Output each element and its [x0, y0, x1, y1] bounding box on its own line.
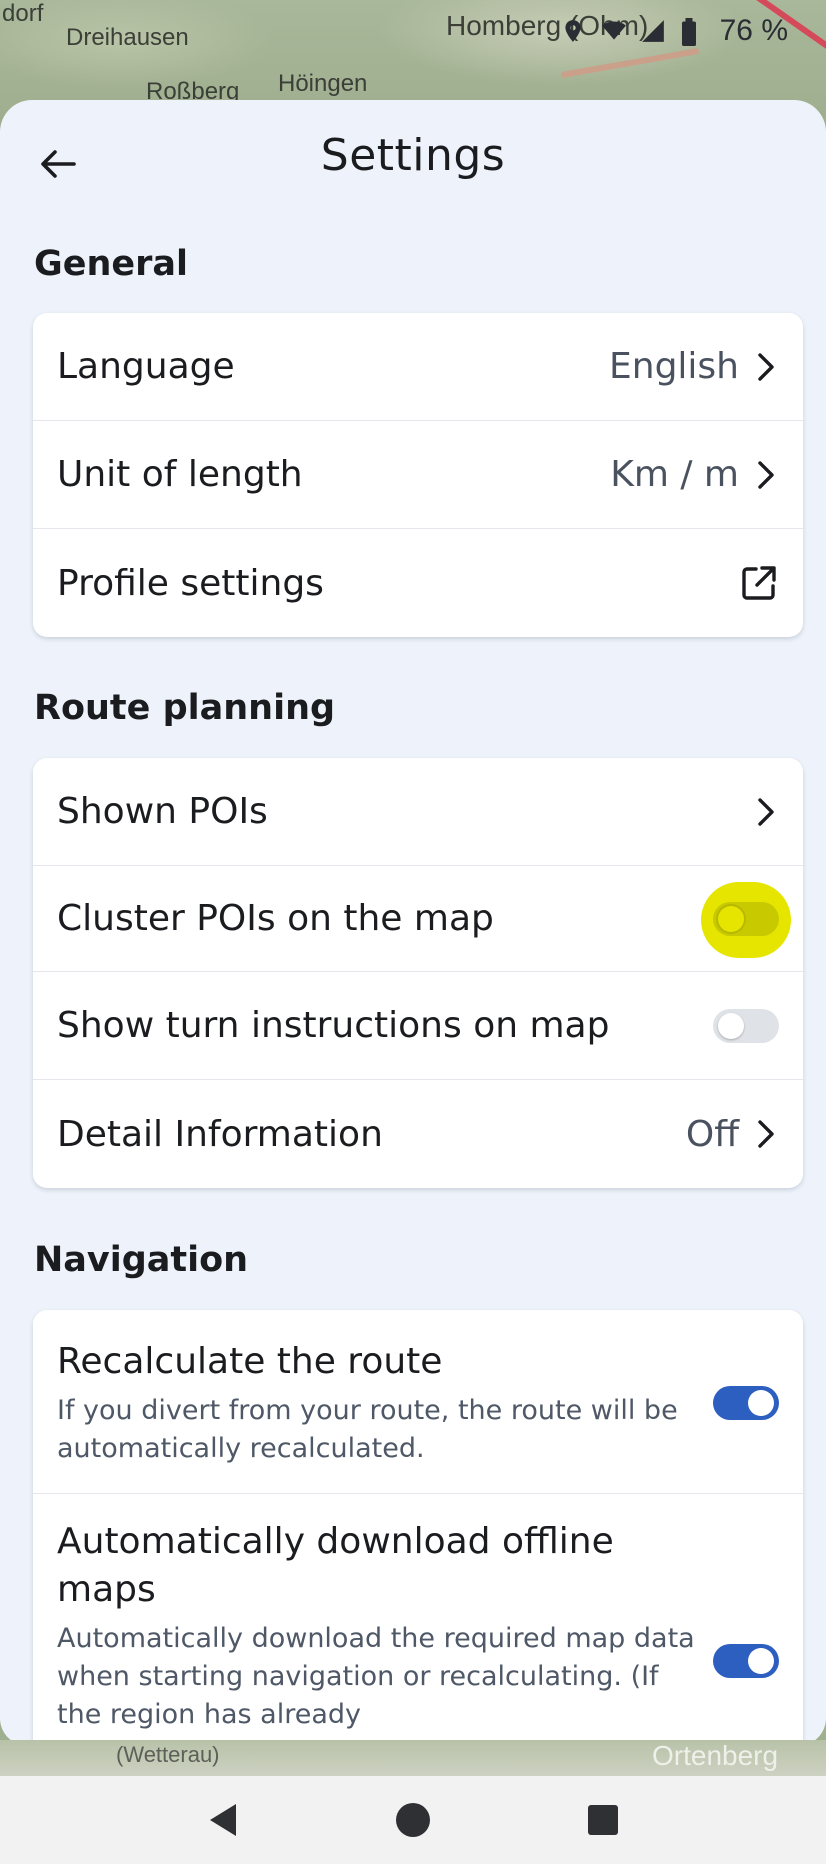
language-setting[interactable]: Language English	[33, 313, 803, 421]
battery-percentage: 76 %	[719, 14, 788, 47]
toggle-knob	[748, 1390, 774, 1416]
wifi-icon	[600, 18, 626, 44]
map-background-bottom: (Wetterau) Ortenberg	[0, 1740, 826, 1780]
profile-settings-link[interactable]: Profile settings	[33, 529, 803, 637]
chevron-right-icon	[753, 1117, 779, 1151]
detail-information-setting[interactable]: Detail Information Off	[33, 1080, 803, 1188]
page-title: Settings	[320, 130, 506, 181]
setting-label: Unit of length	[57, 454, 303, 495]
setting-label: Automatically download offline maps	[57, 1521, 614, 1610]
system-navigation-bar	[0, 1776, 826, 1864]
map-label: Höingen	[278, 70, 368, 97]
turn-instructions-toggle[interactable]	[713, 1008, 779, 1043]
recalculate-route-setting[interactable]: Recalculate the route If you divert from…	[33, 1310, 803, 1494]
cluster-pois-setting[interactable]: Cluster POIs on the map	[33, 866, 803, 972]
system-back-button[interactable]	[203, 1800, 243, 1840]
chevron-right-icon	[753, 458, 779, 492]
general-settings-card: Language English Unit of length Km / m P…	[33, 313, 803, 637]
section-title-navigation: Navigation	[34, 1240, 249, 1280]
route-planning-card: Shown POIs Cluster POIs on the map Show …	[33, 758, 803, 1188]
map-label: (Wetterau)	[116, 1742, 220, 1767]
map-label: dorf	[2, 0, 44, 27]
chevron-right-icon	[753, 350, 779, 384]
setting-label: Language	[57, 346, 235, 387]
setting-label: Show turn instructions on map	[57, 1005, 610, 1046]
external-link-icon	[739, 563, 779, 603]
navigation-card: Recalculate the route If you divert from…	[33, 1310, 803, 1746]
system-home-button[interactable]	[393, 1800, 433, 1840]
toggle-knob	[718, 1012, 744, 1039]
section-title-general: General	[34, 244, 188, 284]
shown-pois-setting[interactable]: Shown POIs	[33, 758, 803, 866]
system-recents-button[interactable]	[583, 1800, 623, 1840]
auto-download-maps-setting[interactable]: Automatically download offline maps Auto…	[33, 1494, 803, 1746]
triangle-back-icon	[210, 1804, 236, 1836]
chevron-right-icon	[753, 795, 779, 829]
setting-label: Shown POIs	[57, 791, 268, 832]
unit-of-length-setting[interactable]: Unit of length Km / m	[33, 421, 803, 529]
toggle-knob	[718, 905, 744, 932]
status-bar: 76 %	[560, 14, 788, 48]
recalculate-route-toggle[interactable]	[713, 1386, 779, 1420]
setting-description: Automatically download the required map …	[57, 1623, 695, 1730]
circle-home-icon	[396, 1803, 430, 1837]
setting-label: Recalculate the route	[57, 1341, 443, 1382]
settings-header: Settings	[0, 100, 826, 220]
setting-label: Cluster POIs on the map	[57, 898, 494, 939]
toggle-knob	[748, 1648, 774, 1674]
cluster-pois-toggle[interactable]	[713, 901, 779, 936]
signal-icon	[640, 18, 666, 44]
section-title-route-planning: Route planning	[34, 688, 336, 728]
setting-value: Off	[685, 1113, 739, 1155]
battery-icon	[680, 18, 706, 46]
setting-value: English	[609, 346, 739, 387]
setting-value: Km / m	[610, 454, 739, 495]
map-road	[560, 47, 700, 79]
setting-label: Profile settings	[57, 562, 324, 604]
location-icon	[560, 18, 586, 44]
auto-download-maps-toggle[interactable]	[713, 1644, 779, 1678]
map-label: Ortenberg	[652, 1740, 779, 1771]
setting-label: Detail Information	[57, 1113, 383, 1155]
square-recents-icon	[588, 1805, 618, 1835]
settings-sheet: Settings General Language English Unit o…	[0, 100, 826, 1746]
map-label: Dreihausen	[66, 24, 189, 51]
setting-description: If you divert from your route, the route…	[57, 1395, 678, 1464]
turn-instructions-setting[interactable]: Show turn instructions on map	[33, 972, 803, 1080]
